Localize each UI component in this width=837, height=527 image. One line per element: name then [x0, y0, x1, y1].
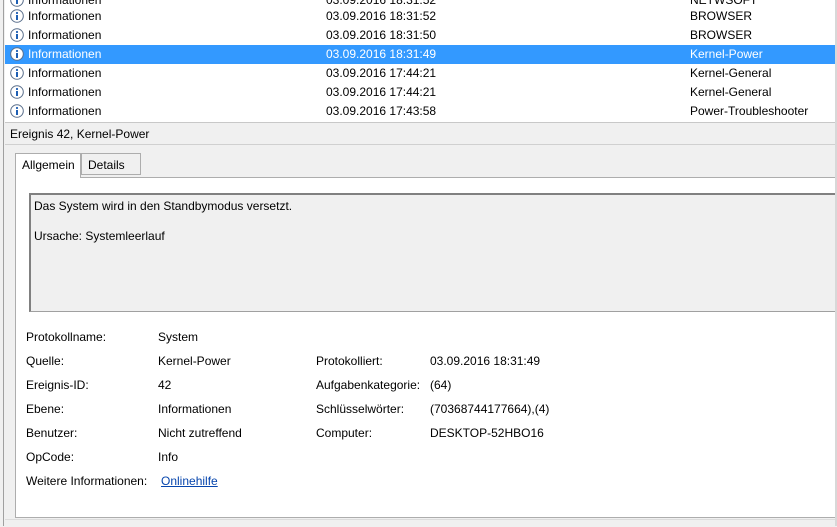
info-icon — [10, 47, 24, 61]
event-level: Informationen — [28, 66, 102, 80]
info-icon — [10, 0, 24, 7]
label-weitere-informationen: Weitere Informationen: — [26, 474, 148, 488]
label-schluesselwoerter: Schlüsselwörter: — [316, 402, 405, 416]
window-left-edge — [0, 0, 4, 526]
value-schluesselwoerter: (70368744177664),(4) — [430, 402, 550, 416]
event-datetime: 03.09.2016 18:31:50 — [326, 28, 437, 42]
label-aufgabenkategorie: Aufgabenkategorie: — [316, 378, 421, 392]
event-description[interactable]: Das System wird in den Standbymodus vers… — [29, 193, 837, 312]
label-opcode: OpCode: — [26, 450, 75, 464]
detail-title: Ereignis 42, Kernel-Power — [10, 127, 150, 141]
tab-allgemein[interactable]: Allgemein — [15, 153, 81, 178]
value-protokolliert: 03.09.2016 18:31:49 — [430, 354, 541, 368]
tab-panel-allgemein: Das System wird in den Standbymodus vers… — [15, 177, 837, 518]
label-protokolliert: Protokolliert: — [316, 354, 383, 368]
event-source: Kernel-General — [690, 85, 772, 99]
label-benutzer: Benutzer: — [26, 426, 78, 440]
event-source: Kernel-General — [690, 66, 772, 80]
description-cause: Ursache: Systemleerlauf — [34, 229, 165, 243]
label-protokollname: Protokollname: — [26, 330, 107, 344]
event-row[interactable]: Informationen 03.09.2016 17:44:21 Kernel… — [5, 64, 837, 83]
value-ereignis-id: 42 — [158, 378, 172, 392]
event-datetime: 03.09.2016 18:31:52 — [326, 9, 437, 23]
link-onlinehilfe[interactable]: Onlinehilfe — [161, 474, 218, 488]
event-row[interactable]: Informationen 03.09.2016 17:43:58 Power-… — [5, 102, 837, 121]
value-computer: DESKTOP-52HBO16 — [430, 426, 544, 440]
value-opcode: Info — [158, 450, 179, 464]
event-row[interactable]: Informationen 03.09.2016 18:31:52 BROWSE… — [5, 7, 837, 26]
label-computer: Computer: — [316, 426, 373, 440]
event-level: Informationen — [28, 104, 102, 118]
tab-details[interactable]: Details — [81, 153, 141, 175]
event-source: Kernel-Power — [690, 47, 763, 61]
value-quelle: Kernel-Power — [158, 354, 231, 368]
label-ereignis-id: Ereignis-ID: — [26, 378, 89, 392]
value-benutzer: Nicht zutreffend — [158, 426, 242, 440]
value-aufgabenkategorie: (64) — [430, 378, 452, 392]
event-datetime: 03.09.2016 18:31:49 — [326, 47, 437, 61]
event-list[interactable]: Informationen 03.09.2016 18:31:52 NETWSO… — [5, 0, 837, 123]
event-datetime: 03.09.2016 17:44:21 — [326, 85, 437, 99]
event-row[interactable]: Informationen 03.09.2016 18:31:50 BROWSE… — [5, 26, 837, 45]
description-text: Das System wird in den Standbymodus vers… — [34, 199, 293, 213]
info-icon — [10, 28, 24, 42]
event-level: Informationen — [28, 28, 102, 42]
event-datetime: 03.09.2016 17:44:21 — [326, 66, 437, 80]
event-level: Informationen — [28, 85, 102, 99]
event-level: Informationen — [28, 9, 102, 23]
value-protokollname: System — [158, 330, 199, 344]
event-level: Informationen — [28, 47, 102, 61]
event-source: Power-Troubleshooter — [690, 104, 809, 118]
event-datetime: 03.09.2016 17:43:58 — [326, 104, 437, 118]
detail-header: Ereignis 42, Kernel-Power — [5, 123, 837, 145]
info-icon — [10, 9, 24, 23]
label-quelle: Quelle: — [26, 354, 65, 368]
info-icon — [10, 66, 24, 80]
label-ebene: Ebene: — [26, 402, 65, 416]
event-source: BROWSER — [690, 9, 753, 23]
event-row[interactable]: Informationen 03.09.2016 17:44:21 Kernel… — [5, 83, 837, 102]
info-icon — [10, 85, 24, 99]
value-ebene: Informationen — [158, 402, 232, 416]
event-row-selected[interactable]: Informationen 03.09.2016 18:31:49 Kernel… — [5, 45, 837, 64]
info-icon — [10, 104, 24, 118]
event-source: BROWSER — [690, 28, 753, 42]
